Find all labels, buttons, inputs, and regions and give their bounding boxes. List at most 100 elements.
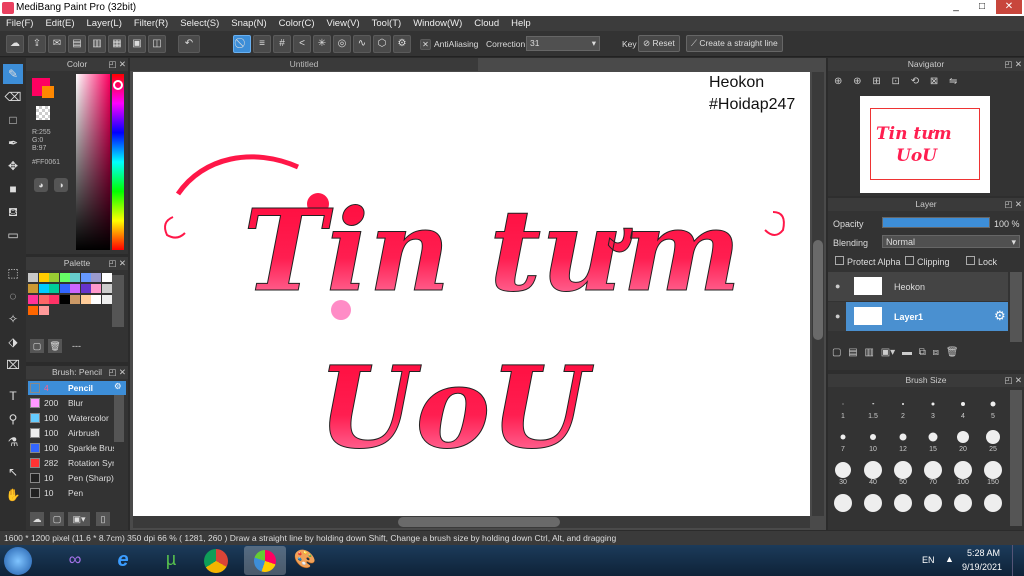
- brush-size-cell[interactable]: [828, 489, 858, 519]
- undo-icon[interactable]: ↶: [178, 35, 200, 53]
- document-icon[interactable]: ▥: [88, 35, 106, 53]
- navigator-thumbnail[interactable]: Tin tưm UoU: [860, 96, 990, 193]
- operation-tool-icon[interactable]: ↖: [3, 462, 23, 482]
- antialiasing-checkbox[interactable]: ✕: [420, 39, 431, 50]
- new-halftone-layer-icon[interactable]: ▤: [848, 347, 857, 358]
- menu-help[interactable]: Help: [505, 16, 537, 31]
- brush-size-cell[interactable]: 150: [978, 456, 1008, 486]
- fill-rect-tool-icon[interactable]: ■: [3, 179, 23, 199]
- palette-swatch[interactable]: [101, 273, 112, 282]
- maximize-button[interactable]: □: [970, 0, 994, 14]
- protect-alpha-checkbox[interactable]: [835, 256, 844, 265]
- language-indicator[interactable]: EN: [922, 555, 935, 565]
- move-tool-icon[interactable]: ✥: [3, 156, 23, 176]
- brush-item[interactable]: 100 Sparkle Brush: [28, 441, 126, 455]
- brush-item[interactable]: 10 Pen: [28, 486, 126, 500]
- brush-size-cell[interactable]: 30: [828, 456, 858, 486]
- clipping-checkbox[interactable]: [905, 256, 914, 265]
- comment-icon[interactable]: ✉: [48, 35, 66, 53]
- palette-swatch[interactable]: [80, 273, 91, 282]
- grid-icon[interactable]: ▦: [108, 35, 126, 53]
- duplicate-layer-icon[interactable]: ⧉: [919, 347, 926, 358]
- palette-swatch[interactable]: [38, 273, 49, 282]
- palette-swatch[interactable]: [38, 295, 49, 304]
- add-brush-icon[interactable]: ▢: [50, 512, 64, 526]
- brush-size-cell[interactable]: [978, 489, 1008, 519]
- close-icon[interactable]: ◰ ✕: [108, 257, 126, 270]
- palette-swatch[interactable]: [38, 284, 49, 293]
- close-button[interactable]: ✕: [996, 0, 1022, 14]
- brush-size-cell[interactable]: 100: [948, 456, 978, 486]
- lasso-tool-icon[interactable]: ◌: [3, 286, 23, 306]
- brush-size-cell[interactable]: 1: [828, 390, 858, 420]
- new-layer-icon[interactable]: ▢: [832, 347, 841, 358]
- opacity-slider[interactable]: [882, 217, 990, 228]
- delete-layer-icon[interactable]: 🗑: [946, 347, 959, 358]
- cross-snap-icon[interactable]: #: [273, 35, 291, 53]
- menu-view[interactable]: View(V): [321, 16, 366, 31]
- zoom-fit-icon[interactable]: ⊕: [834, 76, 842, 87]
- start-button[interactable]: [4, 547, 32, 575]
- select-tool-icon[interactable]: ⬚: [3, 263, 23, 283]
- brush-size-cell[interactable]: 1.5: [858, 390, 888, 420]
- brush-size-cell[interactable]: 2: [888, 390, 918, 420]
- brush-size-cell[interactable]: 50: [888, 456, 918, 486]
- brush-size-cell[interactable]: 7: [828, 423, 858, 453]
- brush-size-cell[interactable]: 10: [858, 423, 888, 453]
- palette-swatch[interactable]: [28, 273, 38, 282]
- rectangle-tool-icon[interactable]: □: [3, 110, 23, 130]
- horizontal-scroll-thumb[interactable]: [398, 517, 560, 527]
- close-icon[interactable]: ◰ ✕: [1004, 374, 1022, 387]
- share-icon[interactable]: ⇪: [28, 35, 46, 53]
- menu-cloud[interactable]: Cloud: [468, 16, 505, 31]
- brush-item[interactable]: 100 Airbrush: [28, 426, 126, 440]
- brush-settings-icon[interactable]: ▯: [96, 512, 110, 526]
- menu-layer[interactable]: Layer(L): [81, 16, 128, 31]
- layer-row-layer1[interactable]: ● Layer1 ⚙: [828, 302, 1008, 331]
- zoom-in-icon[interactable]: ⊕: [853, 76, 861, 87]
- paint-icon[interactable]: 🎨: [292, 549, 318, 573]
- crop-icon[interactable]: ◫: [148, 35, 166, 53]
- close-icon[interactable]: ◰ ✕: [108, 58, 126, 71]
- hue-handle[interactable]: [113, 80, 123, 90]
- menu-tool[interactable]: Tool(T): [366, 16, 408, 31]
- palette-swatch[interactable]: [101, 284, 112, 293]
- palette-icon[interactable]: ◕: [34, 178, 48, 192]
- cloud-icon[interactable]: ☁: [6, 35, 24, 53]
- palette-swatch[interactable]: [91, 295, 101, 304]
- medibang-taskbar-button[interactable]: [244, 546, 286, 575]
- close-icon[interactable]: ◰ ✕: [108, 366, 126, 379]
- brush-tool-icon[interactable]: ✎: [3, 64, 23, 84]
- rotate-icon[interactable]: ⟲: [911, 76, 919, 87]
- show-desktop-button[interactable]: [1012, 545, 1024, 576]
- palette-swatch[interactable]: [28, 295, 38, 304]
- fit-icon[interactable]: ⊞: [872, 76, 880, 87]
- palette-swatch[interactable]: [49, 284, 59, 293]
- secondary-color-swatch[interactable]: [42, 86, 54, 98]
- close-icon[interactable]: ◰ ✕: [1004, 198, 1022, 211]
- palette-swatch[interactable]: [101, 295, 112, 304]
- flip-icon[interactable]: ⇋: [949, 76, 957, 87]
- brush-size-cell[interactable]: 40: [858, 456, 888, 486]
- palette-swatch[interactable]: [38, 306, 49, 315]
- export-icon[interactable]: ▣: [128, 35, 146, 53]
- brush-item[interactable]: 100 Watercolor: [28, 411, 126, 425]
- palette-swatch[interactable]: [49, 273, 59, 282]
- color-mixer-icon[interactable]: ◑: [54, 178, 68, 192]
- close-icon[interactable]: ◰ ✕: [1004, 58, 1022, 71]
- brush-size-cell[interactable]: 5: [978, 390, 1008, 420]
- navigator-viewport[interactable]: [870, 108, 980, 180]
- palette-swatch[interactable]: [80, 284, 91, 293]
- polygon-snap-icon[interactable]: ⬡: [373, 35, 391, 53]
- utorrent-icon[interactable]: µ: [158, 549, 184, 573]
- up-arrow-icon[interactable]: ▲: [945, 554, 954, 564]
- snap-off-icon[interactable]: ⃠: [233, 35, 251, 53]
- menu-edit[interactable]: Edit(E): [39, 16, 80, 31]
- brush-size-cell[interactable]: 70: [918, 456, 948, 486]
- palette-swatch[interactable]: [91, 284, 101, 293]
- menu-file[interactable]: File(F): [0, 16, 39, 31]
- vertical-scroll-thumb[interactable]: [813, 240, 823, 340]
- select-pen-icon[interactable]: ⬗: [3, 332, 23, 352]
- add-palette-icon[interactable]: ▢: [30, 339, 44, 353]
- menu-filter[interactable]: Filter(R): [128, 16, 174, 31]
